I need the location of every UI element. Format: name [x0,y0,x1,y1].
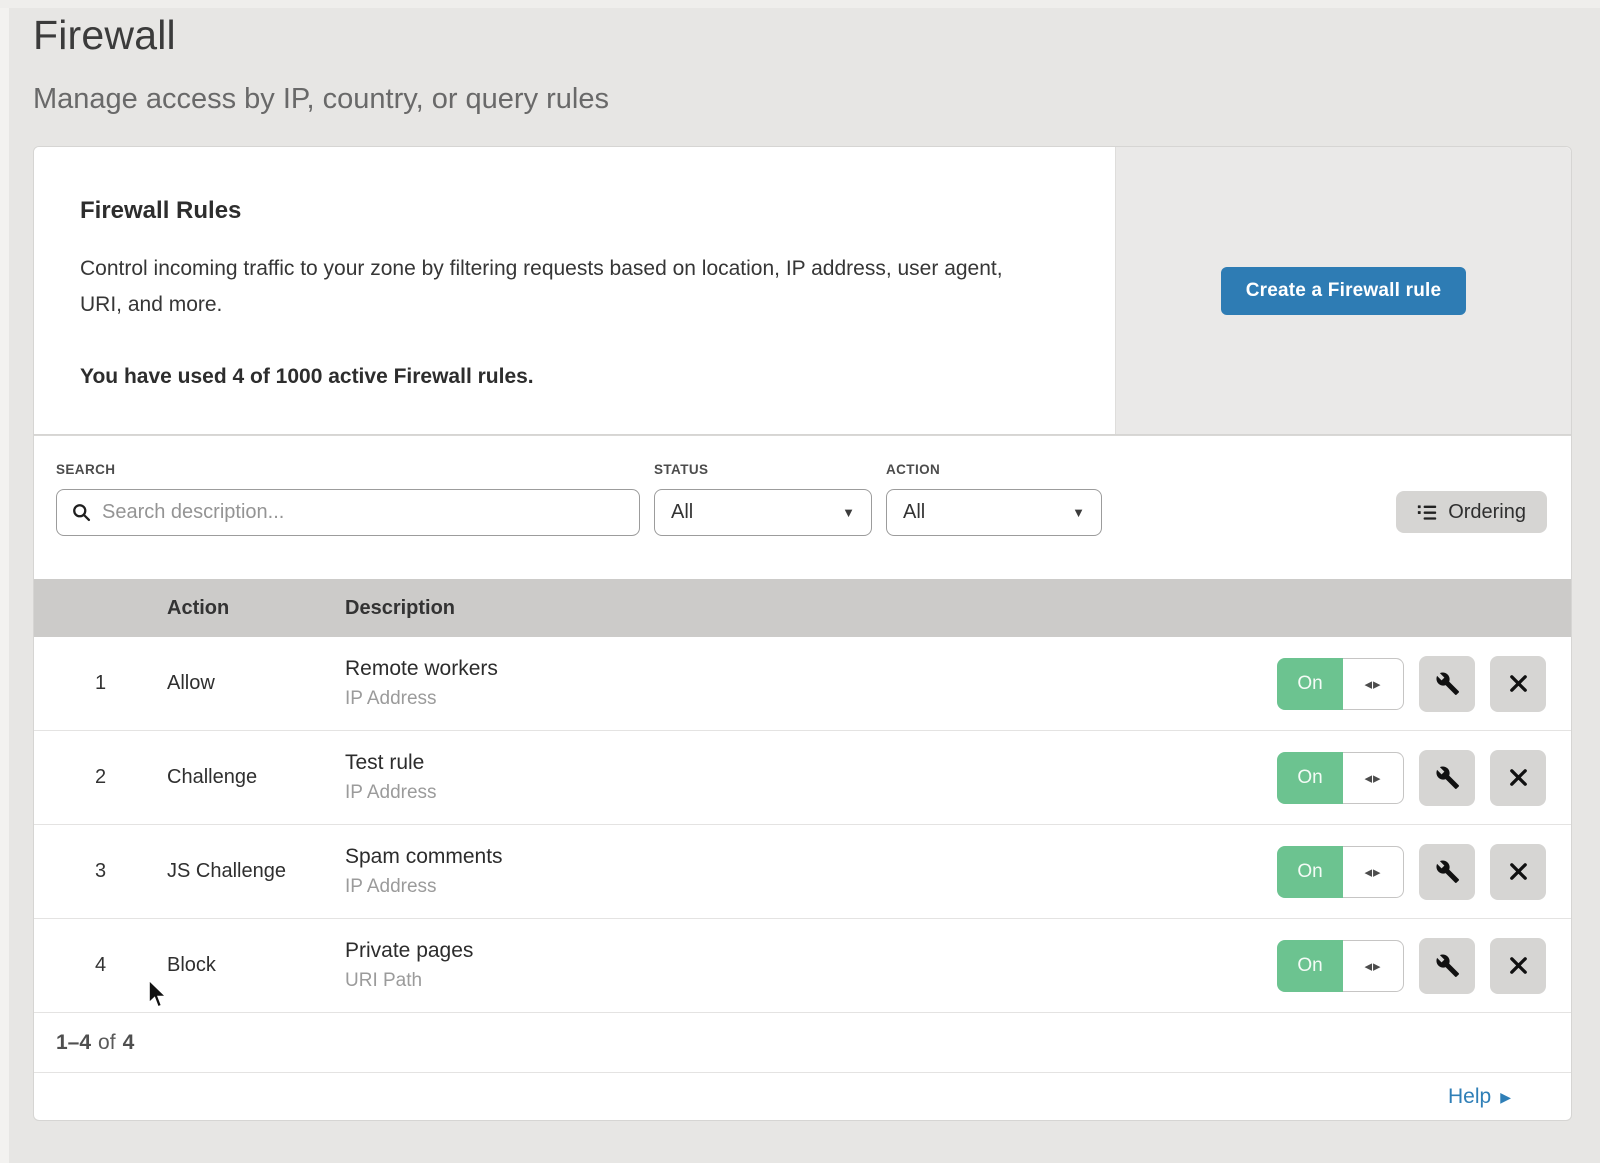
toggle-on-label: On [1277,940,1343,992]
rule-match-type: URI Path [345,970,1277,992]
create-firewall-rule-button[interactable]: Create a Firewall rule [1221,267,1467,315]
rule-match-type: IP Address [345,782,1277,804]
chevron-right-icon: ▶ [1500,1090,1511,1104]
rule-description: Test rule [345,751,1277,775]
filters-bar: SEARCH STATUS All ▼ [34,436,1571,579]
search-filter-group: SEARCH [56,462,640,536]
rule-enabled-toggle[interactable]: On ◂▸ [1277,658,1404,710]
column-header-action: Action [167,597,345,620]
firewall-rules-card: Firewall Rules Control incoming traffic … [33,146,1572,435]
help-link[interactable]: Help ▶ [1448,1085,1511,1109]
rule-controls: On ◂▸ [1277,844,1571,900]
create-rule-panel: Create a Firewall rule [1115,147,1571,434]
rule-match-type: IP Address [345,876,1277,898]
left-right-arrows-icon[interactable]: ◂▸ [1343,940,1404,992]
rule-enabled-toggle[interactable]: On ◂▸ [1277,752,1404,804]
left-right-arrows-icon[interactable]: ◂▸ [1343,846,1404,898]
rule-description-cell: Remote workers IP Address [345,657,1277,710]
edit-rule-button[interactable] [1419,656,1475,712]
card-title: Firewall Rules [80,197,1115,225]
delete-rule-button[interactable] [1490,656,1546,712]
search-text-field[interactable] [102,501,627,524]
firewall-rules-card-text: Firewall Rules Control incoming traffic … [34,147,1115,434]
help-link-label: Help [1448,1085,1491,1109]
close-icon [1507,954,1530,977]
rule-action: JS Challenge [167,860,345,883]
status-select[interactable]: All ▼ [654,489,872,536]
wrench-icon [1435,953,1460,978]
action-select[interactable]: All ▼ [886,489,1102,536]
chevron-down-icon: ▼ [842,506,855,519]
table-header: Action Description [34,579,1571,637]
rule-description-cell: Test rule IP Address [345,751,1277,804]
rule-match-type: IP Address [345,688,1277,710]
column-header-description: Description [345,597,1571,620]
action-label: ACTION [886,462,1102,477]
table-body: 1 Allow Remote workers IP Address On ◂▸ [34,637,1571,1013]
wrench-icon [1435,859,1460,884]
delete-rule-button[interactable] [1490,938,1546,994]
help-row: Help ▶ [34,1073,1571,1120]
action-filter-group: ACTION All ▼ [886,462,1102,536]
pagination-range: 1–4 [56,1031,91,1055]
page-title: Firewall [33,12,1600,59]
ordered-list-icon [1417,502,1437,522]
toggle-on-label: On [1277,846,1343,898]
status-label: STATUS [654,462,872,477]
search-label: SEARCH [56,462,640,477]
close-icon [1507,766,1530,789]
toggle-on-label: On [1277,658,1343,710]
rule-action: Block [167,954,345,977]
action-selected-value: All [903,501,925,524]
table-row: 2 Challenge Test rule IP Address On ◂▸ [34,731,1571,825]
ordering-button-label: Ordering [1448,501,1526,524]
ordering-wrap: Ordering [1396,491,1547,536]
pagination-of: of [98,1031,116,1055]
rule-description: Private pages [345,939,1277,963]
close-icon [1507,860,1530,883]
rule-action: Challenge [167,766,345,789]
rule-number: 4 [34,954,167,977]
status-selected-value: All [671,501,693,524]
delete-rule-button[interactable] [1490,750,1546,806]
table-row: 1 Allow Remote workers IP Address On ◂▸ [34,637,1571,731]
search-input[interactable] [56,489,640,536]
rule-description-cell: Private pages URI Path [345,939,1277,992]
rule-enabled-toggle[interactable]: On ◂▸ [1277,846,1404,898]
close-icon [1507,672,1530,695]
left-right-arrows-icon[interactable]: ◂▸ [1343,658,1404,710]
pagination: 1–4 of 4 [34,1013,1571,1073]
usage-text: You have used 4 of 1000 active Firewall … [80,365,1115,389]
table-row: 4 Block Private pages URI Path On ◂▸ [34,919,1571,1013]
card-description: Control incoming traffic to your zone by… [80,251,1030,323]
rule-number: 3 [34,860,167,883]
edit-rule-button[interactable] [1419,938,1475,994]
rules-table-card: SEARCH STATUS All ▼ [33,435,1572,1121]
ordering-button[interactable]: Ordering [1396,491,1547,533]
edit-rule-button[interactable] [1419,750,1475,806]
rule-controls: On ◂▸ [1277,938,1571,994]
rule-number: 1 [34,672,167,695]
rule-description-cell: Spam comments IP Address [345,845,1277,898]
left-right-arrows-icon[interactable]: ◂▸ [1343,752,1404,804]
search-icon [71,502,92,523]
firewall-page: Firewall Manage access by IP, country, o… [0,0,1600,1121]
rule-action: Allow [167,672,345,695]
rule-enabled-toggle[interactable]: On ◂▸ [1277,940,1404,992]
chevron-down-icon: ▼ [1072,506,1085,519]
pagination-total: 4 [123,1031,135,1055]
rule-description: Spam comments [345,845,1277,869]
status-filter-group: STATUS All ▼ [654,462,872,536]
wrench-icon [1435,671,1460,696]
rule-controls: On ◂▸ [1277,750,1571,806]
table-row: 3 JS Challenge Spam comments IP Address … [34,825,1571,919]
page-subtitle: Manage access by IP, country, or query r… [33,83,1600,116]
toggle-on-label: On [1277,752,1343,804]
rule-controls: On ◂▸ [1277,656,1571,712]
edit-rule-button[interactable] [1419,844,1475,900]
wrench-icon [1435,765,1460,790]
rule-number: 2 [34,766,167,789]
delete-rule-button[interactable] [1490,844,1546,900]
rule-description: Remote workers [345,657,1277,681]
